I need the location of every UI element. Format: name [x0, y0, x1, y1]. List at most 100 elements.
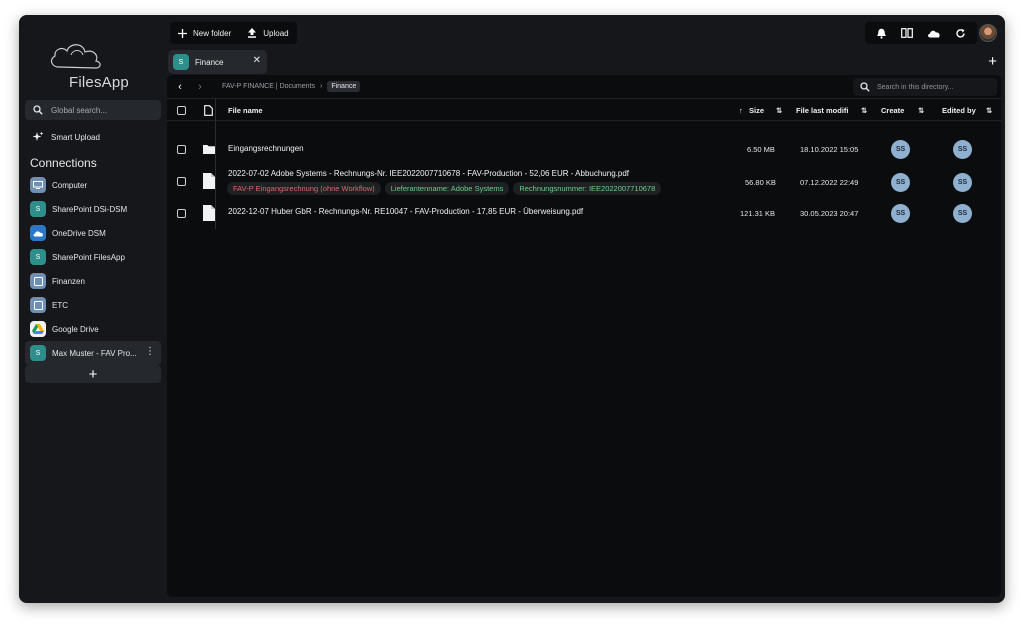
- cloud-logo-icon: [50, 44, 101, 69]
- upload-button[interactable]: Upload: [247, 28, 289, 38]
- table-row[interactable]: 2022-07-02 Adobe Systems - Rechnungs-Nr.…: [167, 168, 1001, 198]
- row-checkbox[interactable]: [177, 145, 186, 154]
- sort-icon[interactable]: ⇅: [918, 99, 924, 121]
- avatar[interactable]: SS: [953, 204, 972, 223]
- connection-label: SharePoint FilesApp: [52, 252, 125, 262]
- invoice-number-tag[interactable]: Rechnungsnummer: IEE2022007710678: [513, 182, 662, 195]
- row-checkbox[interactable]: [177, 177, 186, 186]
- sidebar: FilesApp Global search... Smart Upload C…: [19, 15, 167, 603]
- row-checkbox[interactable]: [177, 209, 186, 218]
- sort-asc-icon[interactable]: ↑: [739, 99, 743, 121]
- avatar[interactable]: SS: [891, 140, 910, 159]
- file-size: 6.50 MB: [747, 145, 775, 154]
- connection-label: Finanzen: [52, 276, 85, 286]
- upload-icon: [248, 28, 257, 38]
- file-size: 121.31 KB: [740, 209, 776, 218]
- close-tab-icon[interactable]: ✕: [253, 55, 261, 66]
- sharepoint-icon: S: [173, 54, 189, 70]
- file-icon: [203, 205, 215, 221]
- folder-box-icon: [30, 297, 46, 313]
- user-avatar[interactable]: [979, 24, 997, 42]
- breadcrumb: FAV-P FINANCE | Documents › Finance: [222, 81, 361, 92]
- directory-search-input[interactable]: Search in this directory...: [853, 78, 997, 96]
- connection-label: Max Muster - FAV Pro...: [52, 348, 137, 358]
- connection-onedrive-dsm[interactable]: OneDrive DSM: [25, 221, 161, 245]
- connection-etc[interactable]: ETC: [25, 293, 161, 317]
- add-connection-button[interactable]: +: [25, 365, 161, 383]
- bell-icon[interactable]: [876, 28, 887, 39]
- global-search-input[interactable]: Global search...: [25, 100, 161, 120]
- file-modified: 30.05.2023 20:47: [800, 209, 859, 218]
- file-type-icon: [204, 99, 213, 121]
- sparkle-icon: [32, 131, 44, 141]
- tab-label: Finance: [195, 57, 224, 67]
- select-all-checkbox[interactable]: [177, 99, 186, 121]
- folder-icon: [203, 144, 215, 154]
- forward-button[interactable]: ›: [190, 81, 210, 93]
- breadcrumb-current[interactable]: Finance: [327, 81, 361, 92]
- column-size[interactable]: Size: [749, 99, 764, 121]
- app-window: FilesApp Global search... Smart Upload C…: [19, 15, 1005, 603]
- refresh-icon[interactable]: [955, 28, 966, 39]
- file-name[interactable]: Eingangsrechnungen: [228, 144, 304, 153]
- supplier-tag[interactable]: Lieferantenname: Adobe Systems: [384, 182, 510, 195]
- file-toolbar: New folder Upload: [170, 22, 297, 44]
- workflow-tag[interactable]: FAV-P Eingangsrechnung (ohne Workflow): [227, 182, 381, 195]
- connection-label: Computer: [52, 180, 88, 190]
- computer-icon: [30, 177, 46, 193]
- table-row[interactable]: Eingangsrechnungen 6.50 MB 18.10.2022 15…: [167, 139, 1001, 161]
- breadcrumb-path[interactable]: FAV-P FINANCE | Documents: [222, 83, 315, 90]
- plus-icon: [178, 28, 187, 38]
- file-browser-panel: ‹ › FAV-P FINANCE | Documents › Finance …: [167, 75, 1001, 597]
- sort-icon[interactable]: ⇅: [776, 99, 782, 121]
- navigation-bar: ‹ › FAV-P FINANCE | Documents › Finance …: [167, 75, 1001, 99]
- connection-google-drive[interactable]: Google Drive: [25, 317, 161, 341]
- avatar[interactable]: SS: [953, 140, 972, 159]
- google-drive-icon: [30, 321, 46, 337]
- column-file-last-modified[interactable]: File last modifi: [796, 99, 849, 121]
- smart-upload-button[interactable]: Smart Upload: [32, 129, 100, 145]
- onedrive-icon: [30, 225, 46, 241]
- column-file-name[interactable]: File name: [228, 99, 263, 121]
- connection-max-muster-fav[interactable]: S Max Muster - FAV Pro... ⋮: [25, 341, 161, 365]
- avatar[interactable]: SS: [891, 204, 910, 223]
- app-logo: FilesApp: [47, 37, 137, 92]
- file-modified: 07.12.2022 22:49: [800, 178, 859, 187]
- cloud-icon[interactable]: [927, 29, 941, 38]
- connection-sharepoint-filesapp[interactable]: S SharePoint FilesApp: [25, 245, 161, 269]
- back-button[interactable]: ‹: [170, 81, 190, 93]
- connection-label: ETC: [52, 300, 68, 310]
- table-row[interactable]: 2022-12-07 Huber GbR - Rechnungs-Nr. RE1…: [167, 203, 1001, 225]
- top-right-toolbar: [865, 22, 977, 44]
- sort-icon[interactable]: ⇅: [986, 99, 992, 121]
- app-name: FilesApp: [69, 74, 129, 91]
- upload-label: Upload: [263, 28, 289, 38]
- connection-label: SharePoint DSi-DSM: [52, 204, 128, 214]
- file-modified: 18.10.2022 15:05: [800, 145, 859, 154]
- connections-heading: Connections: [30, 156, 97, 170]
- sort-icon[interactable]: ⇅: [861, 99, 867, 121]
- search-icon: [860, 82, 870, 92]
- folder-box-icon: [30, 273, 46, 289]
- new-folder-button[interactable]: New folder: [178, 28, 231, 38]
- connection-computer[interactable]: Computer: [25, 173, 161, 197]
- global-search-placeholder: Global search...: [51, 105, 108, 115]
- add-tab-button[interactable]: +: [988, 53, 997, 70]
- avatar[interactable]: SS: [891, 173, 910, 192]
- columns-icon[interactable]: [901, 28, 913, 38]
- column-created-by[interactable]: Create: [881, 99, 904, 121]
- file-name[interactable]: 2022-12-07 Huber GbR - Rechnungs-Nr. RE1…: [228, 207, 583, 216]
- connection-sharepoint-dsi-dsm[interactable]: S SharePoint DSi-DSM: [25, 197, 161, 221]
- sharepoint-icon: S: [30, 345, 46, 361]
- column-edited-by[interactable]: Edited by: [942, 99, 976, 121]
- connection-finanzen[interactable]: Finanzen: [25, 269, 161, 293]
- avatar[interactable]: SS: [953, 173, 972, 192]
- file-name[interactable]: 2022-07-02 Adobe Systems - Rechnungs-Nr.…: [228, 169, 629, 178]
- sharepoint-icon: S: [30, 249, 46, 265]
- directory-search-placeholder: Search in this directory...: [877, 83, 954, 91]
- tag-list: FAV-P Eingangsrechnung (ohne Workflow) L…: [227, 182, 662, 195]
- sharepoint-icon: S: [30, 201, 46, 217]
- tab-finance[interactable]: S Finance ✕: [168, 50, 267, 74]
- file-icon: [203, 173, 215, 189]
- more-options-icon[interactable]: ⋮: [145, 345, 155, 359]
